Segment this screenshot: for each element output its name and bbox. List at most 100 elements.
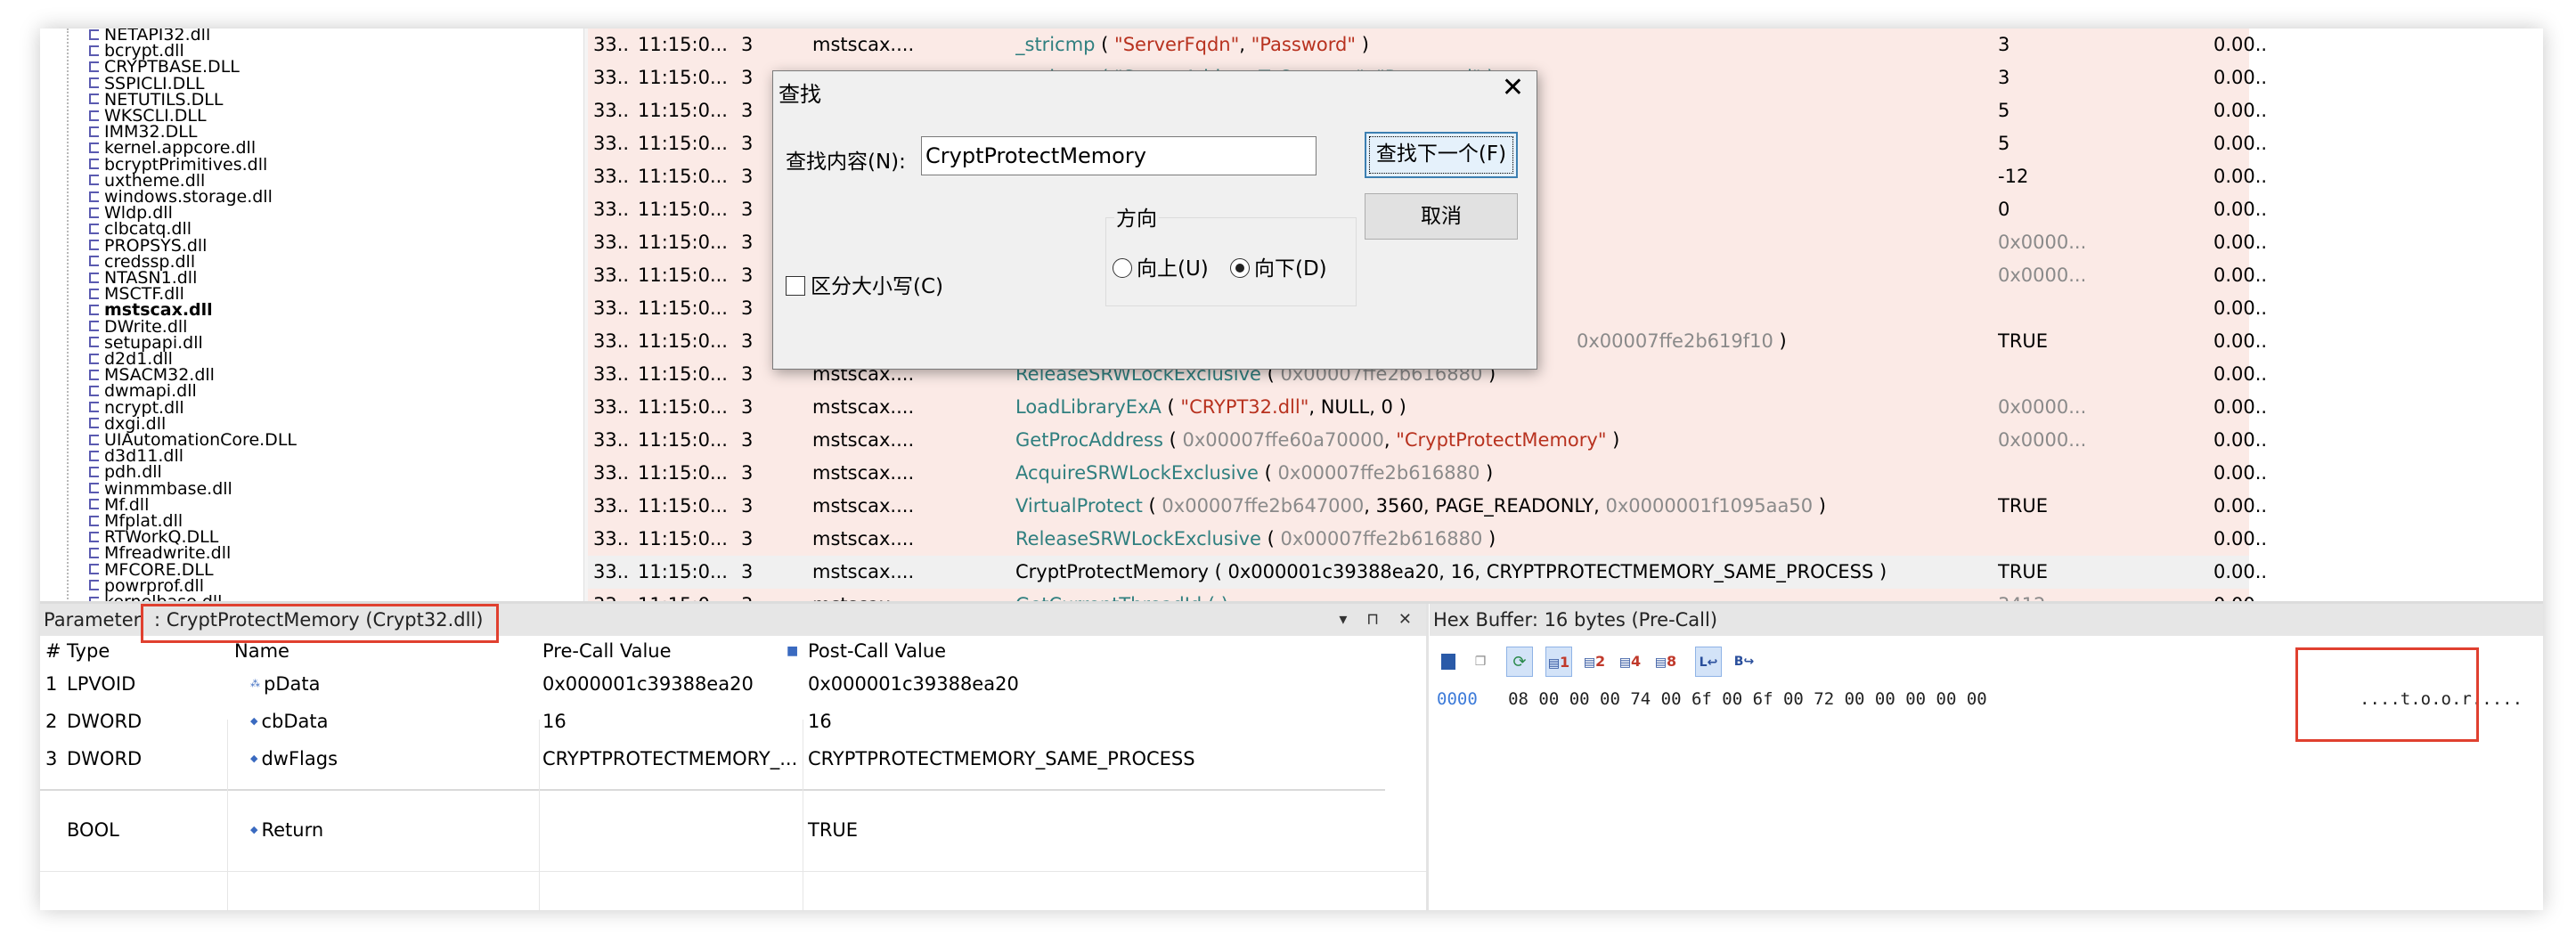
call-duration: 0.00... bbox=[2213, 462, 2267, 484]
call-row[interactable]: 33... 11:15:0... 3 mstscax.... CryptProtectM… bbox=[588, 556, 2543, 589]
return-name: ◆ Return bbox=[250, 812, 323, 848]
module-icon bbox=[89, 304, 99, 315]
parameter-row[interactable]: 1 LPVOID ⁂ pData 0x000001c39388ea20 0x000001c… bbox=[40, 666, 1426, 702]
call-index: 33... bbox=[593, 100, 629, 121]
direction-up-radio[interactable]: 向上(U) bbox=[1113, 251, 1209, 281]
big-endian-button[interactable]: B↪ bbox=[1731, 647, 1757, 677]
call-thread: 3 bbox=[741, 297, 754, 319]
radio-down-icon[interactable] bbox=[1230, 257, 1250, 278]
call-api-part: 0x0000001f1095aa50 bbox=[1605, 495, 1814, 517]
call-index: 33... bbox=[593, 264, 629, 286]
module-icon bbox=[89, 142, 99, 153]
save-icon[interactable] bbox=[1435, 647, 1462, 677]
panel-window-controls[interactable]: ▾ ⊓ ✕ bbox=[1339, 604, 1419, 636]
call-index: 33... bbox=[593, 199, 629, 220]
radio-up-icon[interactable] bbox=[1113, 257, 1132, 278]
refresh-icon[interactable]: ⟳ bbox=[1506, 647, 1533, 677]
find-next-button[interactable]: 查找下一个(F) bbox=[1365, 132, 1518, 178]
return-separator bbox=[40, 789, 1385, 791]
view-4-byte-button[interactable]: ▤4 bbox=[1617, 647, 1643, 677]
param-name-label: cbData bbox=[261, 711, 329, 732]
little-endian-button[interactable]: L↩ bbox=[1695, 647, 1722, 677]
param-type: DWORD bbox=[67, 748, 143, 769]
direction-down-label: 向下(D) bbox=[1254, 257, 1327, 281]
cancel-button[interactable]: 取消 bbox=[1365, 193, 1518, 240]
return-name-label: Return bbox=[261, 819, 324, 841]
param-name: ⁂ pData bbox=[250, 666, 320, 702]
call-row[interactable]: 33... 11:15:0... 3 mstscax.... _stricmp ( "S… bbox=[588, 28, 2543, 61]
view-1-byte-button[interactable]: ▤1 bbox=[1545, 647, 1572, 677]
call-return: 0x0000... bbox=[1998, 396, 2087, 418]
call-index: 33... bbox=[593, 133, 629, 154]
header-post-call[interactable]: Post-Call Value bbox=[808, 636, 946, 666]
view-2-byte-button[interactable]: ▤2 bbox=[1581, 647, 1608, 677]
module-icon bbox=[89, 159, 99, 170]
grid-line bbox=[40, 871, 1426, 872]
match-case-checkbox[interactable]: 区分大小写(C) bbox=[786, 269, 943, 299]
module-icon bbox=[89, 256, 99, 267]
module-icon bbox=[89, 369, 99, 380]
call-api-part: ( bbox=[1095, 34, 1115, 55]
module-icon bbox=[89, 515, 99, 526]
direction-down-radio[interactable]: 向下(D) bbox=[1230, 251, 1327, 281]
call-return: -12 bbox=[1998, 166, 2029, 187]
view-8-label: 8 bbox=[1667, 653, 1677, 670]
call-index: 33... bbox=[593, 166, 629, 187]
copy-icon[interactable]: ❐ bbox=[1467, 647, 1494, 677]
call-row[interactable]: 33... 11:15:0... 3 mstscax.... ReleaseSRWLoc… bbox=[588, 523, 2543, 556]
call-return: 0x0000... bbox=[1998, 429, 2087, 451]
direction-label: 方向 bbox=[1114, 201, 1159, 232]
call-api: GetProcAddress ( 0x00007ffe60a70000, "Cr… bbox=[1015, 424, 1995, 457]
view-8-byte-button[interactable]: ▤8 bbox=[1652, 647, 1679, 677]
call-index: 33... bbox=[593, 297, 629, 319]
call-time: 11:15:0... bbox=[638, 232, 727, 253]
module-icon bbox=[89, 353, 99, 364]
close-icon[interactable]: ✕ bbox=[1502, 75, 1524, 102]
find-what-input[interactable]: CryptProtectMemory bbox=[921, 136, 1317, 175]
parameters-panel: Parameter : CryptProtectMemory (Crypt32.… bbox=[40, 604, 1429, 910]
header-type[interactable]: Type bbox=[67, 636, 110, 666]
call-row[interactable]: 33... 11:15:0... 3 mstscax.... AcquireSRWLoc… bbox=[588, 457, 2543, 490]
call-row[interactable]: 33... 11:15:0... 3 mstscax.... GetProcAddres… bbox=[588, 424, 2543, 457]
module-icon bbox=[89, 45, 99, 56]
module-icon bbox=[89, 564, 99, 575]
call-time: 11:15:0... bbox=[638, 297, 727, 319]
param-name: ◆ dwFlags bbox=[250, 741, 338, 777]
return-row[interactable]: BOOL ◆ Return TRUE bbox=[40, 812, 1426, 848]
call-api-part: ) bbox=[1813, 495, 1826, 517]
call-thread: 3 bbox=[741, 561, 754, 582]
header-num[interactable]: # bbox=[45, 636, 61, 666]
call-duration: 0.00... bbox=[2213, 495, 2267, 517]
header-pre-call[interactable]: Pre-Call Value bbox=[542, 636, 672, 666]
call-api-part: ) bbox=[1356, 34, 1369, 55]
parameter-row[interactable]: 2 DWORD ◆ cbData 16 16 bbox=[40, 704, 1426, 739]
hex-line[interactable]: 0000 08 00 00 00 74 00 6f 00 6f 00 72 00… bbox=[1437, 689, 1987, 709]
checkbox-icon[interactable] bbox=[786, 275, 805, 296]
call-api-part: ReleaseSRWLockExclusive bbox=[1015, 528, 1261, 549]
call-return: 0 bbox=[1998, 199, 2010, 220]
module-icon bbox=[89, 223, 99, 234]
call-api-part: ) bbox=[1480, 462, 1494, 484]
parameter-row[interactable]: 3 DWORD ◆ dwFlags CRYPTPROTECTMEMORY_... CRYP… bbox=[40, 741, 1426, 777]
call-thread: 3 bbox=[741, 528, 754, 549]
call-row[interactable]: 33... 11:15:0... 3 mstscax.... VirtualProtec… bbox=[588, 490, 2543, 523]
param-type: DWORD bbox=[67, 711, 143, 732]
call-row[interactable]: 33... 11:15:0... 3 mstscax.... LoadLibraryEx… bbox=[588, 391, 2543, 424]
call-thread: 3 bbox=[741, 495, 754, 517]
param-post: 0x000001c39388ea20 bbox=[808, 673, 1019, 695]
tree-connector-line bbox=[67, 28, 69, 603]
call-module: mstscax.... bbox=[812, 462, 915, 484]
call-duration: 0.00... bbox=[2213, 100, 2267, 121]
call-api-part: LoadLibraryExA bbox=[1015, 396, 1162, 418]
call-module: mstscax.... bbox=[812, 396, 915, 418]
module-tree[interactable]: NETAPI32.dll bcrypt.dll CRYPTBASE.DLL SSPIC… bbox=[40, 28, 583, 603]
call-index: 33... bbox=[593, 34, 629, 55]
return-icon: ◆ bbox=[250, 824, 258, 835]
call-return bbox=[1998, 457, 2158, 490]
param-name-label: dwFlags bbox=[261, 748, 338, 769]
call-api-part: AcquireSRWLockExclusive bbox=[1015, 462, 1259, 484]
call-thread: 3 bbox=[741, 166, 754, 187]
param-pre: 16 bbox=[542, 711, 567, 732]
call-api-part: ( bbox=[1142, 495, 1162, 517]
call-api-part: , NULL, 0 ) bbox=[1308, 396, 1406, 418]
